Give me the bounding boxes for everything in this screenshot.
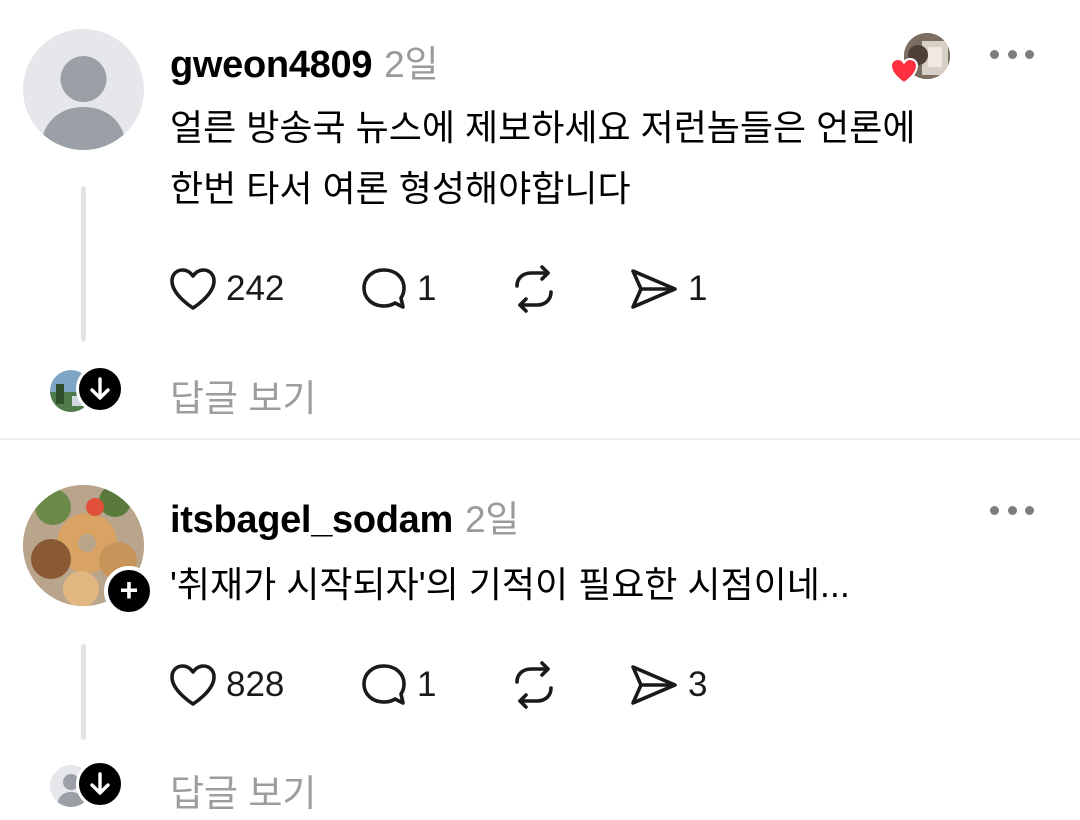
comment-text-line: 한번 타서 여론 형성해야합니다 xyxy=(170,168,631,209)
more-options-icon[interactable] xyxy=(990,502,1034,518)
username-row: gweon4809 2일 xyxy=(170,34,439,88)
like-button[interactable]: 242 xyxy=(168,264,284,314)
send-icon xyxy=(631,269,677,309)
like-button[interactable]: 828 xyxy=(168,660,284,710)
view-replies[interactable]: 답글 보기 xyxy=(48,365,448,419)
username[interactable]: gweon4809 xyxy=(170,44,372,86)
comment-text: '취재가 시작되자'의 기적이 필요한 시점이네... xyxy=(170,554,1030,615)
share-button[interactable]: 3 xyxy=(628,660,707,710)
heart-outline-icon xyxy=(170,664,216,706)
comment-text-line: '취재가 시작되자'의 기적이 필요한 시점이네... xyxy=(170,564,850,605)
share-count: 1 xyxy=(688,269,708,308)
arrow-down-icon xyxy=(76,760,124,808)
comment-icon xyxy=(362,268,406,309)
heart-outline-icon xyxy=(170,268,216,310)
thread-line xyxy=(81,186,86,342)
timestamp: 2일 xyxy=(465,499,520,540)
comment-post: gweon4809 2일 얼른 방송국 뉴스에 제보하세요 저런놈들은 언론에 한… xyxy=(0,0,1080,438)
comment-text: 얼른 방송국 뉴스에 제보하세요 저런놈들은 언론에 한번 타서 여론 형성해야… xyxy=(170,97,1030,219)
repost-button[interactable] xyxy=(508,264,560,314)
like-count: 828 xyxy=(226,665,285,704)
comment-post: + itsbagel_sodam 2일 '취재가 시작되자'의 기적이 필요한 시… xyxy=(0,440,1080,820)
send-icon xyxy=(631,665,677,705)
arrow-down-icon xyxy=(76,365,124,413)
comment-text-line: 얼른 방송국 뉴스에 제보하세요 저런놈들은 언론에 xyxy=(170,107,916,148)
like-count: 242 xyxy=(226,269,285,308)
heart-icon xyxy=(889,57,919,85)
repost-icon xyxy=(515,265,553,313)
comment-button[interactable]: 1 xyxy=(359,660,436,710)
action-bar: 242 1 1 xyxy=(168,264,768,314)
avatar[interactable] xyxy=(23,29,144,150)
username[interactable]: itsbagel_sodam xyxy=(170,499,453,541)
comment-icon xyxy=(362,664,406,705)
action-bar: 828 1 3 xyxy=(168,660,768,710)
repost-button[interactable] xyxy=(508,660,560,710)
comment-count: 1 xyxy=(417,665,437,704)
view-replies-label: 답글 보기 xyxy=(170,773,317,814)
comment-button[interactable]: 1 xyxy=(359,264,436,314)
view-replies-label: 답글 보기 xyxy=(170,378,317,419)
plus-icon[interactable]: + xyxy=(104,566,154,616)
username-row: itsbagel_sodam 2일 xyxy=(170,489,519,543)
share-count: 3 xyxy=(688,665,708,704)
timestamp: 2일 xyxy=(384,44,439,85)
comment-count: 1 xyxy=(417,269,437,308)
thread-line xyxy=(81,644,86,740)
share-button[interactable]: 1 xyxy=(628,264,707,314)
repost-icon xyxy=(515,661,553,709)
view-replies[interactable]: 답글 보기 xyxy=(48,760,448,814)
more-options-icon[interactable] xyxy=(990,46,1034,62)
